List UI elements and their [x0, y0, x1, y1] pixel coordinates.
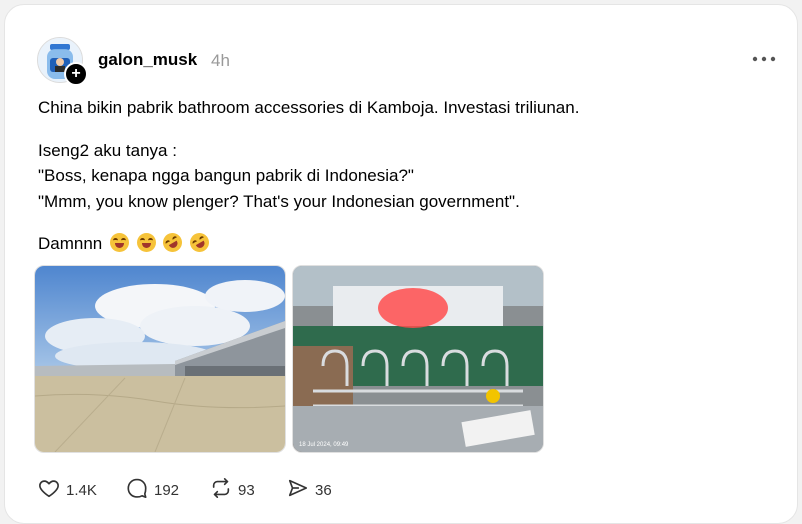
post-time: 4h — [211, 51, 230, 70]
reply-button[interactable]: 192 — [126, 477, 179, 503]
post-text-damn: Damnnn — [38, 234, 103, 253]
follow-plus-icon[interactable]: + — [64, 62, 88, 86]
share-button[interactable]: 36 — [287, 477, 332, 503]
post-text-line: "Boss, kenapa ngga bangun pabrik di Indo… — [38, 166, 414, 185]
post-photo-factory[interactable] — [34, 265, 286, 453]
more-options-icon[interactable] — [751, 49, 777, 69]
photo-timestamp: 18 Jul 2024, 09:49 — [299, 442, 349, 448]
post-text-line: "Mmm, you know plenger? That's your Indo… — [38, 192, 520, 211]
rolling-on-floor-laughing-icon — [186, 229, 213, 256]
post-text-line: Damnnn — [38, 229, 213, 256]
post-photo-product[interactable]: 18 Jul 2024, 09:49 — [292, 265, 544, 453]
like-count: 1.4K — [66, 481, 97, 499]
repost-count: 93 — [238, 481, 255, 499]
like-button[interactable]: 1.4K — [38, 477, 97, 503]
reply-count: 192 — [154, 481, 180, 499]
post-text-line: Iseng2 aku tanya : — [38, 141, 177, 160]
laughing-face-icon — [136, 233, 156, 252]
send-icon — [287, 477, 309, 504]
heart-icon — [38, 477, 60, 504]
repost-icon — [210, 477, 232, 504]
comment-icon — [126, 477, 148, 504]
repost-button[interactable]: 93 — [210, 477, 255, 503]
share-count: 36 — [315, 481, 332, 499]
post-card: + galon_musk 4h China bikin pabrik bathr… — [4, 4, 798, 524]
avatar[interactable]: + — [37, 37, 88, 86]
username[interactable]: galon_musk — [98, 50, 197, 70]
rolling-on-floor-laughing-icon — [159, 229, 186, 256]
post-text-line: China bikin pabrik bathroom accessories … — [38, 98, 580, 117]
laughing-face-icon — [110, 233, 129, 252]
